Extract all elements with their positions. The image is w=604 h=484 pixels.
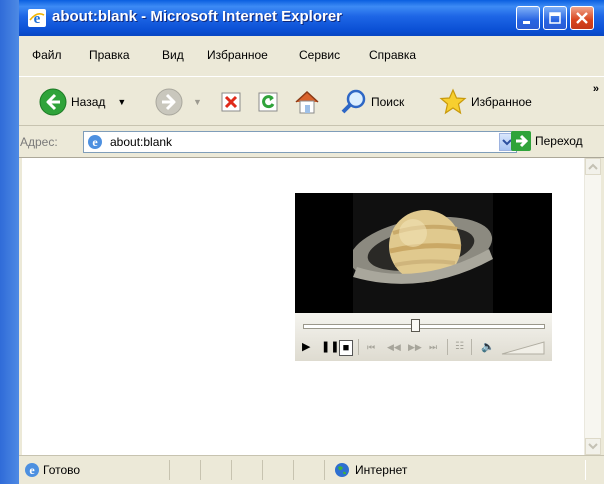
- toolbar-overflow-chevron[interactable]: »: [593, 83, 599, 95]
- home-icon: [295, 90, 319, 114]
- back-label: Назад: [71, 95, 106, 109]
- next-icon[interactable]: ⏭: [429, 340, 437, 354]
- status-pane: [293, 460, 325, 480]
- play-icon[interactable]: ▶: [302, 340, 310, 354]
- search-icon: [341, 89, 366, 114]
- internet-globe-icon: [335, 463, 349, 477]
- vertical-scrollbar[interactable]: [584, 158, 601, 455]
- title-bar[interactable]: e about:blank - Microsoft Internet Explo…: [19, 0, 604, 36]
- status-pane: [262, 460, 294, 480]
- media-player[interactable]: ▶ ❚❚ ■ ⏮ ◀◀ ▶▶ ⏭ ☷ 🔈: [295, 193, 552, 361]
- chevron-down-icon: [588, 443, 598, 450]
- seek-bar[interactable]: [303, 324, 545, 329]
- status-pane: [169, 460, 201, 480]
- address-bar: Адрес: e about:blank Переход: [19, 126, 604, 158]
- chevron-up-icon: [588, 163, 598, 170]
- status-pane: [200, 460, 232, 480]
- menu-bar: Файл Правка Вид Избранное Сервис Справка: [19, 36, 604, 110]
- video-frame: [353, 193, 493, 313]
- forward-arrow-icon: [155, 88, 183, 116]
- scroll-up-button[interactable]: [585, 158, 601, 175]
- home-button[interactable]: [293, 88, 321, 116]
- close-icon: [576, 12, 588, 24]
- address-label: Адрес:: [20, 135, 58, 149]
- seek-thumb[interactable]: [411, 319, 421, 332]
- back-button[interactable]: Назад ▼: [39, 88, 126, 116]
- zone-text: Интернет: [355, 463, 408, 477]
- menu-edit[interactable]: Правка: [89, 48, 130, 62]
- status-text: Готово: [43, 463, 81, 477]
- search-label: Поиск: [371, 95, 405, 109]
- svg-text:e: e: [29, 463, 35, 477]
- page-status-icon: e: [25, 463, 39, 477]
- status-pane: [231, 460, 263, 480]
- page-icon: e: [88, 135, 102, 149]
- back-arrow-icon: [39, 88, 67, 116]
- close-button[interactable]: [570, 6, 594, 30]
- favorites-star-icon: [439, 88, 467, 115]
- pause-icon[interactable]: ❚❚: [321, 340, 339, 354]
- menu-help[interactable]: Справка: [369, 48, 416, 62]
- status-bar: e Готово Интернет: [19, 455, 604, 484]
- rewind-icon[interactable]: ◀◀: [387, 340, 401, 354]
- go-arrow-icon: [511, 131, 531, 151]
- volume-slider[interactable]: [501, 341, 545, 355]
- browser-window: e about:blank - Microsoft Internet Explo…: [19, 0, 604, 484]
- separator: [447, 339, 448, 355]
- forward-dropdown-icon: ▼: [193, 97, 202, 107]
- menu-favorites[interactable]: Избранное: [207, 48, 268, 62]
- scroll-down-button[interactable]: [585, 438, 601, 455]
- back-dropdown-icon[interactable]: ▼: [117, 97, 126, 107]
- stop-button[interactable]: [221, 91, 243, 113]
- maximize-button[interactable]: [543, 6, 567, 30]
- stop-icon[interactable]: ■: [339, 340, 353, 356]
- favorites-label: Избранное: [471, 95, 532, 109]
- player-controls: ▶ ❚❚ ■ ⏮ ◀◀ ▶▶ ⏭ ☷ 🔈: [295, 313, 552, 361]
- previous-icon[interactable]: ⏮: [367, 340, 375, 354]
- playlist-icon[interactable]: ☷: [455, 340, 464, 354]
- window-title: about:blank - Microsoft Internet Explore…: [52, 8, 343, 25]
- address-input[interactable]: about:blank: [110, 135, 172, 149]
- ie-icon: e: [28, 9, 46, 27]
- menu-tools[interactable]: Сервис: [299, 48, 340, 62]
- separator: [358, 339, 359, 355]
- minimize-icon: [523, 21, 530, 24]
- search-button[interactable]: Поиск: [341, 89, 404, 115]
- forward-button[interactable]: ▼: [155, 88, 202, 116]
- svg-text:e: e: [92, 135, 98, 149]
- volume-icon[interactable]: 🔈: [481, 340, 495, 354]
- refresh-button[interactable]: [258, 91, 280, 113]
- refresh-icon: [258, 92, 278, 112]
- fast-forward-icon[interactable]: ▶▶: [408, 340, 422, 354]
- standard-toolbar: Назад ▼ ▼ Поиск Избранное »: [19, 76, 604, 126]
- address-field[interactable]: e about:blank: [83, 131, 517, 153]
- go-button[interactable]: Переход: [511, 131, 583, 151]
- minimize-button[interactable]: [516, 6, 540, 30]
- separator: [471, 339, 472, 355]
- stop-icon: [221, 92, 241, 112]
- go-label: Переход: [535, 134, 583, 148]
- maximize-icon: [549, 12, 561, 24]
- menu-view[interactable]: Вид: [162, 48, 184, 62]
- favorites-button[interactable]: Избранное: [439, 88, 532, 116]
- menu-file[interactable]: Файл: [32, 48, 62, 62]
